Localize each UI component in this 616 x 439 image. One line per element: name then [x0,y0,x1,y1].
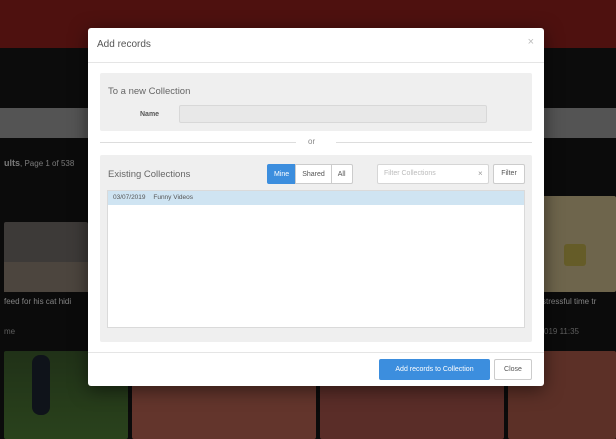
or-label: or [308,137,316,146]
tab-shared[interactable]: Shared [295,164,332,184]
close-button[interactable]: Close [494,359,532,380]
collection-name-input[interactable] [179,105,487,123]
new-collection-title: To a new Collection [108,86,191,97]
filter-collections-input[interactable]: Filter Collections [377,164,489,184]
collections-list: 03/07/2019 Funny Videos [107,190,525,328]
add-records-dialog: Add records × To a new Collection Name o… [88,28,544,386]
tab-all[interactable]: All [330,164,353,184]
divider-line-right [336,142,532,143]
footer-divider [88,352,544,353]
filter-button[interactable]: Filter [493,164,525,184]
new-collection-panel: To a new Collection Name [100,73,532,131]
add-records-button[interactable]: Add records to Collection [379,359,490,380]
clear-filter-icon[interactable]: × [478,164,483,184]
name-label: Name [140,111,160,118]
collection-scope-toggle: Mine Shared All [267,164,353,184]
existing-collections-panel: Existing Collections Mine Shared All Fil… [100,155,532,342]
close-icon[interactable]: × [528,36,534,48]
divider-line-left [100,142,296,143]
or-divider: or [100,134,532,150]
tab-mine[interactable]: Mine [267,164,297,184]
collection-name: Funny Videos [153,194,193,201]
dialog-header: Add records × [88,28,544,63]
list-item[interactable]: 03/07/2019 Funny Videos [108,191,524,205]
existing-collections-title: Existing Collections [108,169,191,180]
collection-date: 03/07/2019 [113,194,146,201]
dialog-title: Add records [97,39,151,50]
